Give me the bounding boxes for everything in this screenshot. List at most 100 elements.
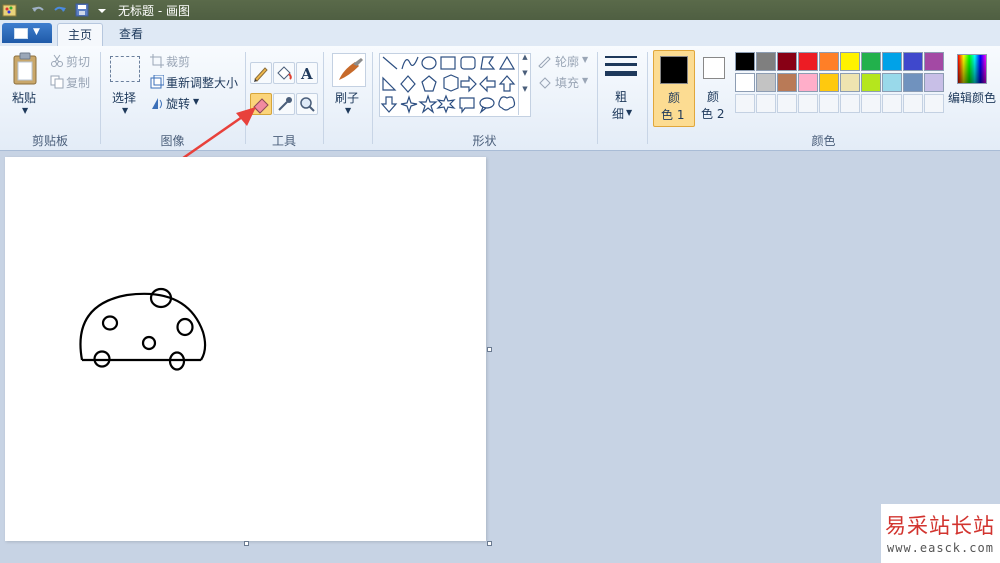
drawing-circle xyxy=(176,317,194,337)
palette-color-swatch[interactable] xyxy=(882,73,902,92)
canvas-resize-handle-corner[interactable] xyxy=(487,541,492,546)
paste-icon[interactable] xyxy=(10,52,42,88)
palette-color-swatch[interactable] xyxy=(798,73,818,92)
quick-access-dropdown-icon[interactable] xyxy=(94,2,110,18)
group-divider xyxy=(323,52,324,144)
undo-icon[interactable] xyxy=(30,2,46,18)
brush-button[interactable]: 刷子 xyxy=(335,89,359,106)
palette-color-swatch[interactable] xyxy=(924,52,944,71)
color2-swatch xyxy=(703,57,725,79)
palette-empty-swatch[interactable] xyxy=(924,94,944,113)
palette-color-swatch[interactable] xyxy=(882,52,902,71)
color-spectrum-icon[interactable] xyxy=(957,54,987,84)
edit-colors-button[interactable]: 编辑颜色 xyxy=(948,89,996,106)
palette-empty-swatch[interactable] xyxy=(777,94,797,113)
size-dropdown-icon[interactable]: ▼ xyxy=(626,108,632,117)
canvas-resize-handle-bottom[interactable] xyxy=(244,541,249,546)
palette-empty-swatch[interactable] xyxy=(756,94,776,113)
shapes-gallery[interactable] xyxy=(379,53,531,117)
copy-button[interactable]: 复制 xyxy=(66,74,90,91)
paint-menu-button[interactable]: ▼ xyxy=(2,23,52,43)
shapes-scrollbar[interactable]: ▲ ▼ ▼ xyxy=(518,53,531,115)
brush-dropdown-icon[interactable]: ▼ xyxy=(345,106,351,115)
shapes-group-label: 形状 xyxy=(472,134,497,148)
chevron-down-icon: ▼ xyxy=(33,27,40,37)
palette-color-swatch[interactable] xyxy=(777,52,797,71)
group-divider xyxy=(372,52,373,144)
watermark-title: 易采站长站 xyxy=(885,514,995,538)
fill-bucket-tool[interactable] xyxy=(273,62,295,84)
crop-button[interactable]: 裁剪 xyxy=(166,53,190,70)
resize-button[interactable]: 重新调整大小 xyxy=(166,74,238,91)
copy-icon xyxy=(50,75,64,92)
palette-color-swatch[interactable] xyxy=(861,73,881,92)
palette-empty-swatch[interactable] xyxy=(819,94,839,113)
palette-empty-swatch[interactable] xyxy=(798,94,818,113)
document-icon xyxy=(14,28,28,39)
palette-empty-swatch[interactable] xyxy=(903,94,923,113)
group-divider xyxy=(647,52,648,144)
cut-button[interactable]: 剪切 xyxy=(66,53,90,70)
redo-icon[interactable] xyxy=(52,2,68,18)
palette-color-swatch[interactable] xyxy=(924,73,944,92)
save-icon[interactable] xyxy=(74,2,90,18)
palette-color-swatch[interactable] xyxy=(735,52,755,71)
group-divider xyxy=(597,52,598,144)
window-title: 无标题 - 画图 xyxy=(118,4,190,18)
color-picker-tool[interactable] xyxy=(273,93,295,115)
canvas-resize-handle-right[interactable] xyxy=(487,347,492,352)
palette-empty-swatch[interactable] xyxy=(840,94,860,113)
fill-icon xyxy=(537,75,551,92)
palette-color-swatch[interactable] xyxy=(756,73,776,92)
shape-icons[interactable] xyxy=(380,54,530,116)
drawing-canvas[interactable] xyxy=(5,157,486,541)
palette-color-swatch[interactable] xyxy=(819,73,839,92)
palette-color-swatch[interactable] xyxy=(903,52,923,71)
palette-empty-swatch[interactable] xyxy=(735,94,755,113)
color1-button[interactable]: 颜 色 1 xyxy=(653,50,695,127)
outline-button[interactable]: 轮廓 xyxy=(555,53,579,70)
select-button[interactable]: 选择 xyxy=(112,89,136,106)
paint-app-icon[interactable] xyxy=(2,2,18,18)
colors-group-label: 颜色 xyxy=(811,134,836,148)
brush-icon[interactable] xyxy=(332,53,366,87)
size-label-2[interactable]: 细 xyxy=(612,105,624,122)
title-bar: 无标题 - 画图 xyxy=(0,0,1000,20)
clipboard-group-label: 剪贴板 xyxy=(31,134,68,148)
color2-label-2: 色 2 xyxy=(701,107,725,121)
color1-label-2: 色 1 xyxy=(661,108,685,122)
paste-button[interactable]: 粘贴 xyxy=(12,89,36,106)
palette-color-swatch[interactable] xyxy=(735,73,755,92)
palette-color-swatch[interactable] xyxy=(861,52,881,71)
paste-dropdown-icon[interactable]: ▼ xyxy=(22,106,28,115)
palette-color-swatch[interactable] xyxy=(777,73,797,92)
fill-button[interactable]: 填充 xyxy=(555,74,579,91)
select-icon[interactable] xyxy=(110,56,140,82)
svg-text:A: A xyxy=(300,65,313,83)
group-divider xyxy=(100,52,101,144)
drawing xyxy=(79,287,207,371)
tab-home[interactable]: 主页 xyxy=(57,23,103,47)
palette-color-swatch[interactable] xyxy=(819,52,839,71)
text-tool[interactable]: A xyxy=(296,62,318,84)
outline-dropdown-icon[interactable]: ▼ xyxy=(582,55,588,64)
color2-label-1: 颜 xyxy=(707,90,720,104)
palette-color-swatch[interactable] xyxy=(840,73,860,92)
watermark-url: www.easck.com xyxy=(887,541,994,555)
stroke-size-icon[interactable] xyxy=(605,54,639,82)
magnifier-tool[interactable] xyxy=(296,93,318,115)
size-label-1[interactable]: 粗 xyxy=(615,88,627,105)
palette-color-swatch[interactable] xyxy=(840,52,860,71)
palette-empty-swatch[interactable] xyxy=(861,94,881,113)
fill-dropdown-icon[interactable]: ▼ xyxy=(582,76,588,85)
select-dropdown-icon[interactable]: ▼ xyxy=(122,106,128,115)
palette-empty-swatch[interactable] xyxy=(882,94,902,113)
palette-color-swatch[interactable] xyxy=(756,52,776,71)
drawing-circle xyxy=(101,315,119,331)
outline-icon xyxy=(537,54,551,71)
pencil-tool[interactable] xyxy=(250,62,272,84)
tab-view[interactable]: 查看 xyxy=(108,23,154,46)
color2-button[interactable]: 颜 色 2 xyxy=(697,50,733,125)
palette-color-swatch[interactable] xyxy=(903,73,923,92)
palette-color-swatch[interactable] xyxy=(798,52,818,71)
